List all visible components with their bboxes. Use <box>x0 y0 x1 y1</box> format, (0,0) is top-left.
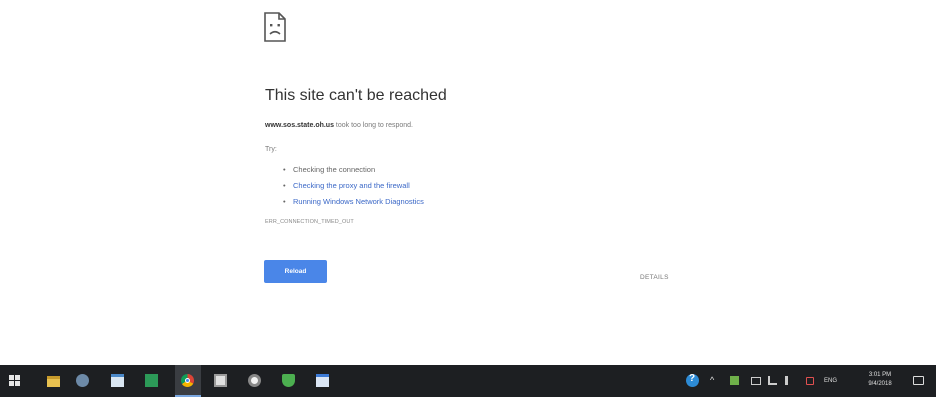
details-button[interactable]: DETAILS <box>640 274 669 281</box>
show-hidden-icons-icon[interactable]: ^ <box>710 374 714 387</box>
browser-page: This site can't be reached www.sos.state… <box>0 0 936 397</box>
notification-app-icon[interactable] <box>806 377 814 385</box>
photos-icon[interactable] <box>76 374 89 387</box>
windows-start-icon[interactable] <box>9 375 20 386</box>
file-explorer-icon[interactable] <box>47 376 60 387</box>
clock-date: 9/4/2018 <box>868 381 892 387</box>
volume-icon[interactable] <box>785 376 794 385</box>
reload-button[interactable]: Reload <box>264 260 327 283</box>
spreadsheet-icon[interactable] <box>145 374 158 387</box>
language-indicator[interactable]: ENG <box>824 378 837 384</box>
error-domain: www.sos.state.oh.us <box>265 122 334 129</box>
clock-time: 3:01 PM <box>868 372 892 378</box>
chrome-icon[interactable] <box>181 374 194 387</box>
app-tray-icon[interactable] <box>730 376 739 385</box>
error-description: www.sos.state.oh.us took too long to res… <box>265 122 413 129</box>
notepad-icon[interactable] <box>111 374 124 387</box>
taskbar-clock[interactable]: 3:01 PM 9/4/2018 <box>864 371 896 389</box>
settings-icon[interactable] <box>248 374 261 387</box>
error-description-text: took too long to respond. <box>333 122 413 129</box>
try-label: Try: <box>265 146 277 153</box>
error-title: This site can't be reached <box>265 87 447 104</box>
suggestion-list: Checking the connection Checking the pro… <box>283 162 424 210</box>
action-center-icon[interactable] <box>913 376 924 385</box>
device-tray-icon[interactable] <box>751 377 761 385</box>
network-icon[interactable] <box>768 376 777 385</box>
sad-page-icon <box>264 12 286 42</box>
help-tray-icon[interactable] <box>686 373 699 387</box>
taskbar: ^ ENG 3:01 PM 9/4/2018 <box>0 365 936 397</box>
suggestion-check-proxy-link[interactable]: Checking the proxy and the firewall <box>283 178 424 194</box>
document-icon[interactable] <box>316 374 329 387</box>
calculator-icon[interactable] <box>214 374 227 387</box>
windows-defender-icon[interactable] <box>282 374 295 387</box>
suggestion-network-diagnostics-link[interactable]: Running Windows Network Diagnostics <box>283 194 424 210</box>
error-code: ERR_CONNECTION_TIMED_OUT <box>265 219 354 225</box>
suggestion-check-connection: Checking the connection <box>283 162 424 178</box>
